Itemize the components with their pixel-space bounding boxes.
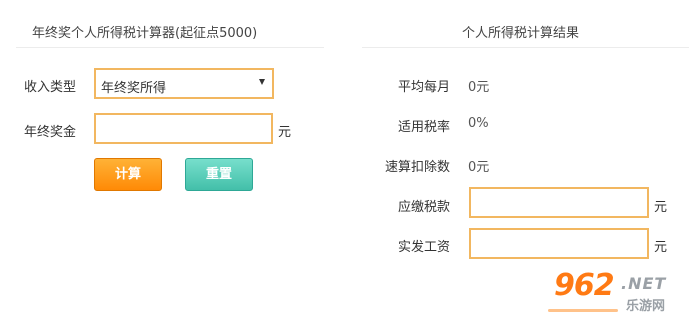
result-title: 个人所得税计算结果 [462,26,580,41]
reset-button[interactable]: 重置 [185,158,253,191]
tax-payable-label: 应缴税款 [398,200,451,215]
tax-payable-field[interactable] [469,187,649,218]
avg-monthly-value: 0元 [468,80,490,95]
bonus-input[interactable] [94,113,273,144]
tax-rate-value: 0% [468,116,489,131]
right-title-divider [362,47,689,48]
tax-rate-label: 适用税率 [398,120,451,135]
income-type-label: 收入类型 [24,80,77,95]
bonus-unit: 元 [278,125,292,140]
quick-deduction-value: 0元 [468,160,490,175]
income-type-select[interactable]: 年终奖所得 [94,68,274,99]
watermark-cn-text: 乐游网 [626,299,666,314]
watermark-domain: .NET [621,274,667,293]
net-salary-label: 实发工资 [398,240,451,255]
calculator-title: 年终奖个人所得税计算器(起征点5000) [32,26,258,41]
site-watermark-logo: 962 .NET 乐游网 [548,268,689,320]
net-salary-unit: 元 [654,240,668,255]
chevron-down-icon [259,79,265,85]
quick-deduction-label: 速算扣除数 [385,160,451,175]
net-salary-field[interactable] [469,228,649,259]
watermark-number: 962 [554,268,615,303]
tax-payable-unit: 元 [654,200,668,215]
watermark-underline [548,309,618,312]
income-type-selected-value: 年终奖所得 [101,81,167,96]
calculate-button[interactable]: 计算 [94,158,162,191]
bonus-label: 年终奖金 [24,125,77,140]
avg-monthly-label: 平均每月 [398,80,451,95]
left-title-divider [16,47,324,48]
